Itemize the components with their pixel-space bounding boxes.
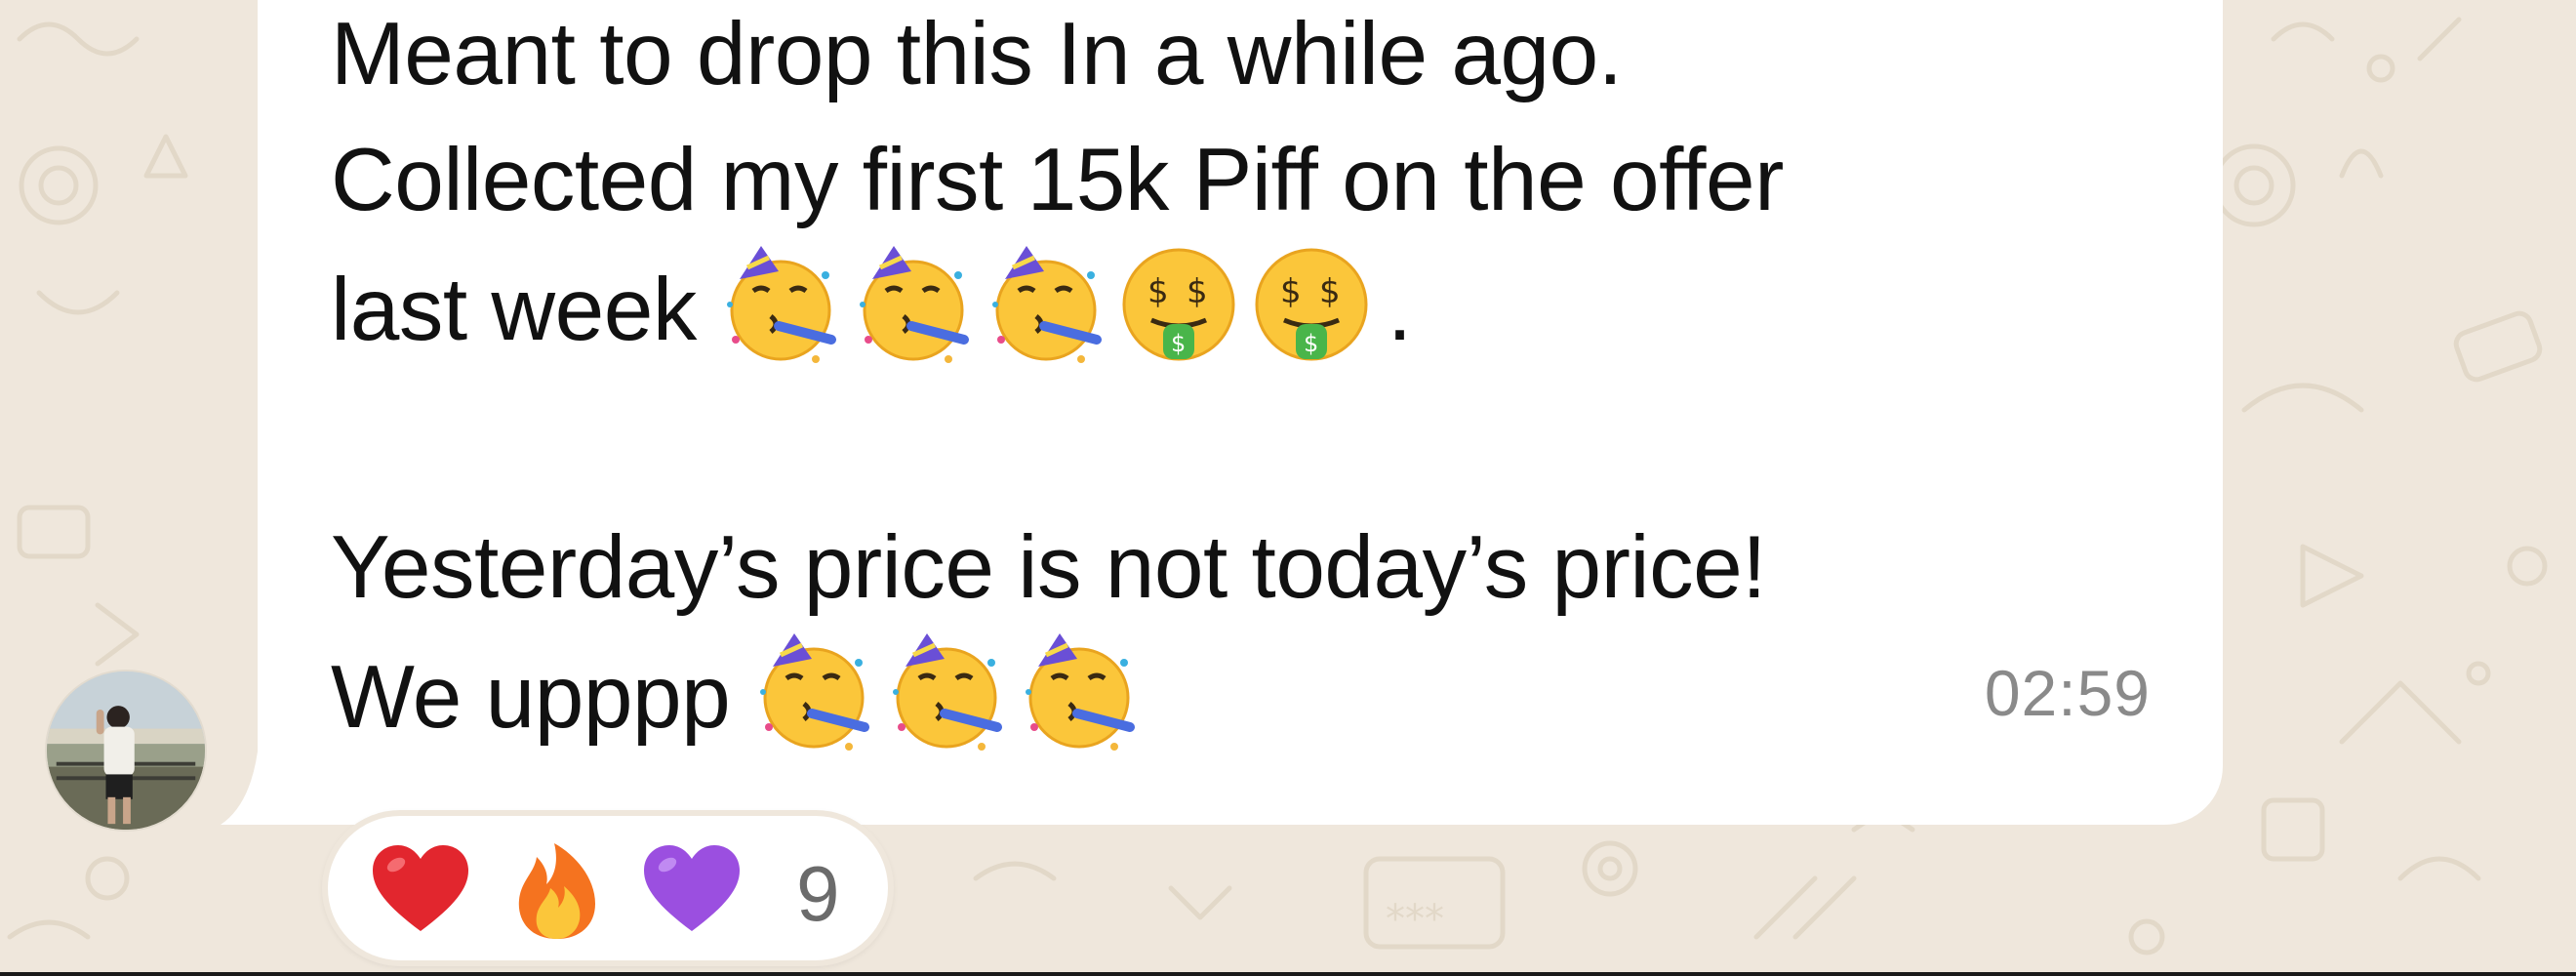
message-text: last week [331, 261, 697, 360]
reaction-count: 9 [796, 850, 840, 937]
screen-bottom-edge [0, 972, 2576, 976]
emoji-row [751, 630, 1149, 754]
svg-text:$: $ [1187, 272, 1207, 311]
avatar-photo [47, 671, 205, 830]
reactions-pill[interactable]: 9 [322, 810, 894, 966]
message-line: We upppp [331, 633, 1149, 766]
svg-text:$: $ [1319, 272, 1340, 311]
svg-text:$: $ [1304, 330, 1318, 357]
message-line: last week $ $ $ $ $ $. [331, 246, 1412, 379]
svg-text:$: $ [1280, 272, 1301, 311]
message-line: Collected my first 15k Piff on the offer [331, 131, 1784, 229]
message-line: Yesterday’s price is not today’s price! [331, 518, 1767, 617]
partying-face-icon [991, 246, 1102, 363]
partying-face-icon [760, 633, 870, 751]
purple-heart-icon [644, 845, 740, 931]
sender-avatar[interactable] [45, 670, 207, 832]
svg-text:$: $ [1147, 272, 1168, 311]
message-text: We upppp [331, 648, 731, 748]
message-timestamp: 02:59 [1984, 657, 2151, 729]
money-mouth-face-icon: $ $$ [1122, 248, 1235, 361]
message-period: . [1387, 261, 1412, 360]
svg-text:$: $ [1171, 330, 1186, 357]
partying-face-icon [893, 633, 1003, 751]
partying-face-icon [859, 246, 969, 363]
red-heart-icon [373, 845, 468, 931]
partying-face-icon [1026, 633, 1136, 751]
message-bubble[interactable]: Meant to drop this In a while ago. Colle… [258, 0, 2223, 825]
svg-text:***: *** [1386, 897, 1444, 942]
money-mouth-face-icon: $ $$ [1255, 248, 1368, 361]
fire-icon [518, 843, 595, 939]
emoji-row: $ $ $ $ $ $ [718, 242, 1382, 367]
message-line: Meant to drop this In a while ago. [331, 5, 1623, 103]
partying-face-icon [726, 246, 836, 363]
